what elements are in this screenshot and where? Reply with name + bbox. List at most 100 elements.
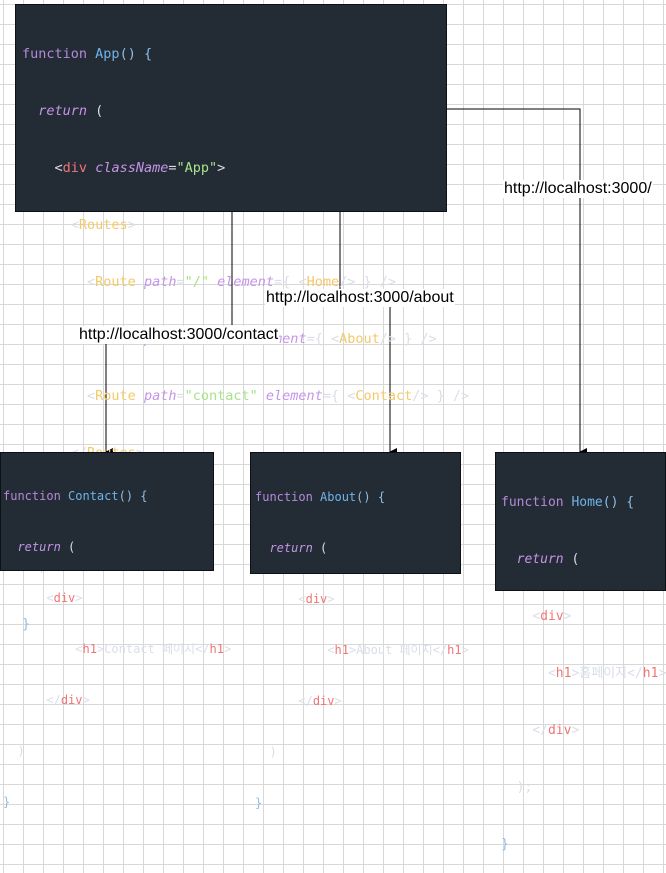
heading-text: 홈페이지 <box>579 666 628 681</box>
punctuation: </ <box>195 642 210 656</box>
tag-name: h1 <box>82 642 97 656</box>
code-line: <h1>홈페이지</h1> <box>501 664 666 683</box>
punctuation: > <box>217 160 226 176</box>
punctuation: { <box>282 274 299 290</box>
tag-name: h1 <box>555 666 572 681</box>
punctuation: </ <box>532 723 548 738</box>
tag-name: div <box>60 693 83 707</box>
punctuation: ( <box>87 103 104 119</box>
punctuation: > <box>461 643 469 657</box>
code-line: return ( <box>22 102 440 121</box>
punctuation: ); <box>516 780 533 795</box>
punctuation: { <box>330 388 348 404</box>
punctuation: () { <box>118 489 148 503</box>
attribute-name: path <box>143 274 177 290</box>
punctuation: ) <box>17 744 25 758</box>
tag-name: div <box>547 723 572 738</box>
app-code-block: function App() { return ( <div className… <box>15 4 469 632</box>
keyword: function <box>22 46 88 62</box>
punctuation: > <box>127 217 136 233</box>
punctuation: < <box>87 274 96 290</box>
punctuation: </ <box>432 643 448 657</box>
function-name: About <box>320 490 357 504</box>
punctuation: > <box>571 723 580 738</box>
code-line: return ( <box>3 539 211 556</box>
code-line: <h1>Contact 페이지</h1> <box>3 641 231 658</box>
punctuation: </ <box>627 666 643 681</box>
code-line: return ( <box>255 540 456 557</box>
code-line: ) <box>255 744 456 761</box>
component-name: Routes <box>78 217 128 233</box>
tag-name: div <box>53 591 76 605</box>
punctuation: > <box>82 693 90 707</box>
attribute-name: className <box>95 160 169 176</box>
punctuation: < <box>46 591 54 605</box>
punctuation: } <box>3 795 11 809</box>
punctuation: > <box>563 609 572 624</box>
keyword: function <box>3 489 61 503</box>
punctuation: { <box>314 331 331 347</box>
code-line: </div> <box>501 721 660 740</box>
punctuation: ( <box>312 541 328 555</box>
code-line: <div> <box>255 591 456 608</box>
keyword: function <box>255 490 313 504</box>
punctuation: < <box>298 592 306 606</box>
punctuation: > <box>96 642 105 656</box>
contact-url-label: http://localhost:3000/contact <box>78 326 280 344</box>
punctuation: > <box>75 591 83 605</box>
about-code-block: function About() { return ( <div> <h1>Ab… <box>250 452 469 810</box>
tag-name: div <box>305 592 328 606</box>
attribute-name: element <box>217 274 275 290</box>
code-line: function Home() { <box>501 493 660 512</box>
punctuation: () { <box>602 495 635 510</box>
punctuation: /> <box>412 331 437 347</box>
heading-text: About 페이지 <box>356 643 433 657</box>
code-line: } <box>501 835 660 854</box>
tag-name: div <box>312 694 335 708</box>
punctuation: = <box>176 274 185 290</box>
function-name: Contact <box>68 489 119 503</box>
component-name: Route <box>95 388 136 404</box>
code-line: <Routes> <box>22 216 440 235</box>
punctuation: () { <box>356 490 386 504</box>
punctuation: } <box>355 274 372 290</box>
tag-name: div <box>540 609 564 624</box>
code-line: } <box>255 795 456 812</box>
component-name: Home <box>306 274 340 290</box>
punctuation: = <box>274 274 283 290</box>
punctuation: ) <box>269 745 277 759</box>
punctuation: > <box>327 592 335 606</box>
keyword: return <box>269 541 313 555</box>
function-name: App <box>95 46 120 62</box>
punctuation: < <box>330 331 340 347</box>
code-line: } <box>3 794 211 811</box>
punctuation: ( <box>60 540 76 554</box>
punctuation: } <box>255 796 263 810</box>
punctuation: < <box>327 643 335 657</box>
punctuation: /> <box>379 331 397 347</box>
punctuation: < <box>54 160 63 176</box>
punctuation: /> <box>444 388 470 404</box>
punctuation: = <box>306 331 315 347</box>
punctuation: </ <box>298 694 313 708</box>
punctuation: = <box>322 388 331 404</box>
code-line: } <box>22 615 440 634</box>
code-line: return ( <box>501 550 660 569</box>
home-url-label: http://localhost:3000/ <box>503 180 653 198</box>
keyword: return <box>17 540 61 554</box>
punctuation: () { <box>119 46 153 62</box>
code-line: ) <box>3 743 211 760</box>
about-url-label: http://localhost:3000/about <box>265 289 455 307</box>
punctuation: > <box>334 694 342 708</box>
tag-name: div <box>62 160 88 176</box>
component-name: Contact <box>355 388 413 404</box>
attribute-name: path <box>143 388 177 404</box>
code-line: <div className="App"> <box>22 159 440 178</box>
punctuation: </ <box>46 693 61 707</box>
tag-name: h1 <box>209 642 224 656</box>
punctuation: ( <box>563 552 580 567</box>
contact-code-block: function Contact() { return ( <div> <h1>… <box>0 452 231 809</box>
code-line: </div> <box>3 692 211 709</box>
tag-name: h1 <box>642 666 659 681</box>
punctuation: < <box>298 274 307 290</box>
